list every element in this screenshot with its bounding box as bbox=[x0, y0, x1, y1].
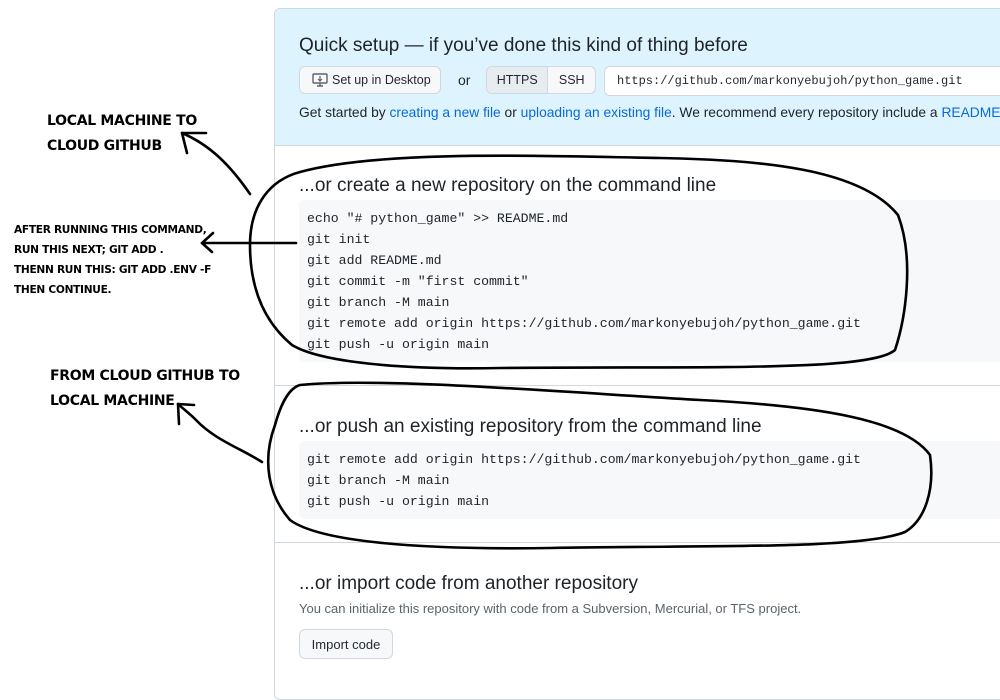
code-line: git remote add origin https://github.com… bbox=[307, 452, 861, 467]
annotation-line: local machine bbox=[50, 393, 175, 409]
quick-setup-box: Quick setup — if you’ve done this kind o… bbox=[275, 9, 1000, 146]
section-divider bbox=[275, 385, 1000, 386]
or-separator: or bbox=[458, 72, 471, 88]
code-line: git commit -m "first commit" bbox=[307, 274, 529, 289]
intro-text-1: Get started by bbox=[299, 105, 390, 120]
section-divider bbox=[275, 542, 1000, 543]
create-new-file-link[interactable]: creating a new file bbox=[390, 105, 501, 120]
import-title: ...or import code from another repositor… bbox=[299, 573, 638, 594]
annotation-line: From cloud github to bbox=[50, 368, 240, 384]
code-line: git init bbox=[307, 232, 371, 247]
intro-text-3: . We recommend every repository include … bbox=[671, 105, 942, 120]
upload-existing-file-link[interactable]: uploading an existing file bbox=[521, 105, 672, 120]
quick-setup-intro: Get started by creating a new file or up… bbox=[299, 105, 1000, 120]
code-line: git branch -M main bbox=[307, 295, 450, 310]
desktop-icon bbox=[312, 73, 328, 87]
ssh-tab[interactable]: SSH bbox=[548, 67, 595, 93]
push-repo-code-block: git remote add origin https://github.com… bbox=[299, 441, 1000, 519]
quick-setup-title: Quick setup — if you’ve done this kind o… bbox=[299, 35, 748, 56]
https-tab[interactable]: HTTPS bbox=[487, 67, 549, 93]
repo-setup-panel: Quick setup — if you’ve done this kind o… bbox=[274, 8, 1000, 700]
annotation-line: After running this command, bbox=[14, 224, 207, 236]
annotation-line: cloud github bbox=[47, 138, 162, 154]
annotation-line: run this next; git add . bbox=[14, 244, 164, 256]
intro-text-2: or bbox=[500, 105, 521, 120]
readme-link[interactable]: README bbox=[941, 105, 1000, 120]
import-code-button[interactable]: Import code bbox=[299, 629, 393, 659]
import-description: You can initialize this repository with … bbox=[299, 601, 802, 616]
code-line: git push -u origin main bbox=[307, 494, 490, 509]
annotation-local-to-cloud: Local machine to cloud github bbox=[47, 109, 197, 159]
code-line: git add README.md bbox=[307, 253, 442, 268]
code-line: echo "# python_game" >> README.md bbox=[307, 211, 569, 226]
annotation-line: Thenn run this: git add .env -f bbox=[14, 264, 212, 276]
create-repo-title: ...or create a new repository on the com… bbox=[299, 175, 717, 196]
annotation-after-running: After running this command, run this nex… bbox=[14, 220, 211, 300]
annotation-line: Local machine to bbox=[47, 113, 197, 129]
annotation-cloud-to-local: From cloud github to local machine bbox=[50, 364, 240, 414]
setup-in-desktop-label: Set up in Desktop bbox=[332, 73, 431, 87]
protocol-toggle: HTTPS SSH bbox=[486, 66, 596, 94]
create-repo-code-block: echo "# python_game" >> README.md git in… bbox=[299, 200, 1000, 362]
setup-in-desktop-button[interactable]: Set up in Desktop bbox=[299, 66, 441, 94]
code-line: git push -u origin main bbox=[307, 337, 490, 352]
push-repo-title: ...or push an existing repository from t… bbox=[299, 416, 762, 437]
code-line: git branch -M main bbox=[307, 473, 450, 488]
annotation-line: then continue. bbox=[14, 284, 112, 296]
code-line: git remote add origin https://github.com… bbox=[307, 316, 861, 331]
clone-url-input[interactable]: https://github.com/markonyebujoh/python_… bbox=[604, 66, 1000, 96]
